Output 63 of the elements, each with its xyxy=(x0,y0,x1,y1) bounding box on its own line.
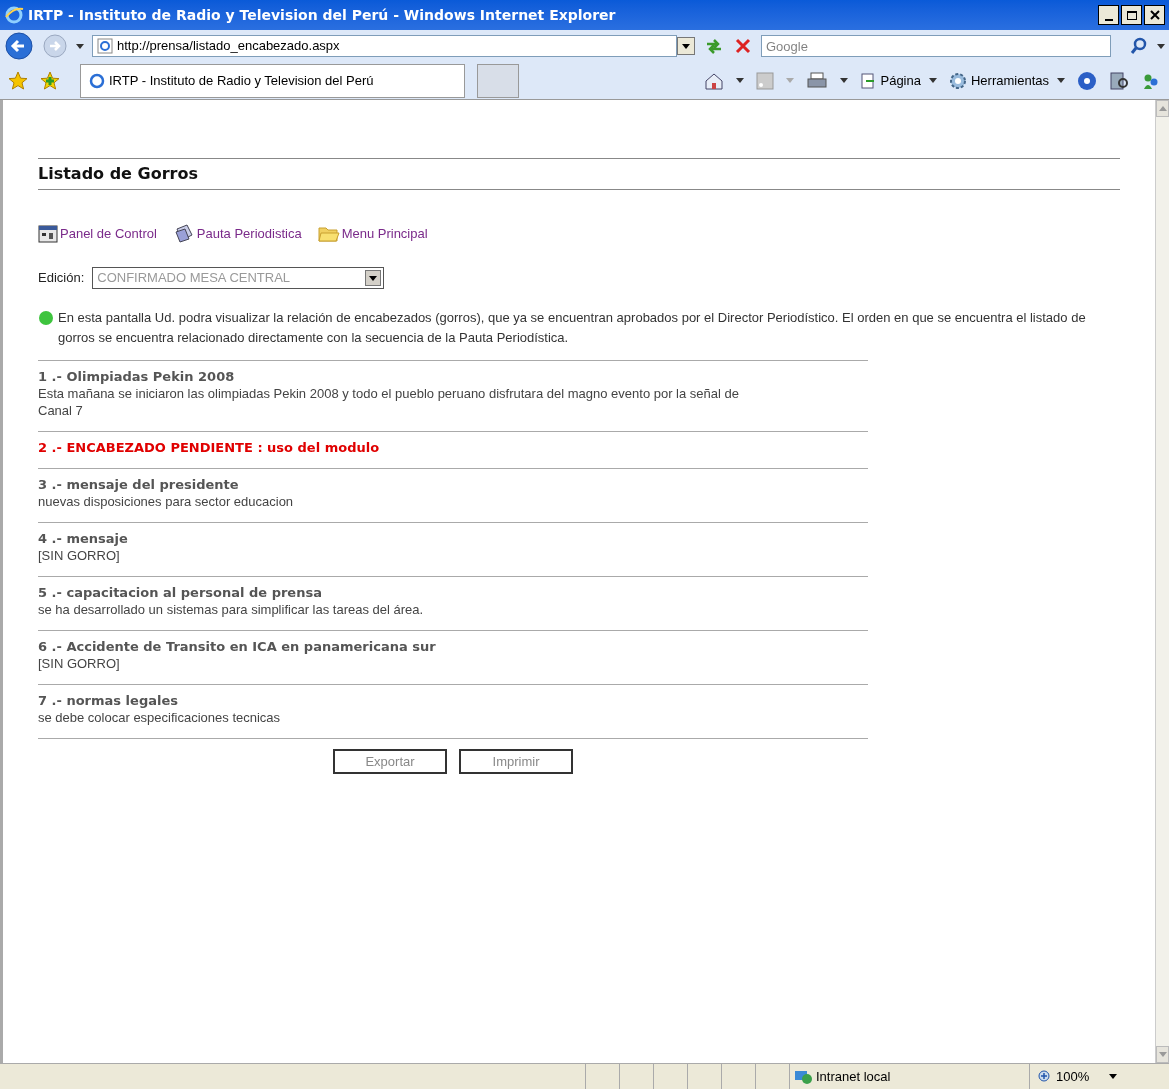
nav-link[interactable]: Pauta Periodistica xyxy=(172,223,302,245)
up-arrow-icon xyxy=(1158,106,1167,111)
maximize-button[interactable] xyxy=(1121,5,1142,25)
address-dropdown-button[interactable] xyxy=(677,37,695,55)
browser-logo-icon xyxy=(4,5,24,25)
item-description: [SIN GORRO] xyxy=(38,655,121,672)
folder-icon xyxy=(317,224,340,244)
page-icon xyxy=(89,72,105,89)
command-menu-button[interactable]: Página xyxy=(860,70,937,91)
close-button[interactable] xyxy=(1144,5,1165,25)
item-heading: 7 .- normas legales xyxy=(38,692,179,709)
item-description: se ha desarrollado un sistemas para simplificar las tareas del área. xyxy=(38,601,425,618)
info-text: En esta pantalla Ud. podra visualizar la relación de encabezados (gorros), que ya se encuentran aprobados por el Director Periodístico. El orden en que se encuentra el listado de gorros se encuentra relacionado directamente con la secuencia de la Pauta Periodística. xyxy=(58,309,1087,347)
nav-link[interactable]: Menu Principal xyxy=(317,224,428,244)
calculator-icon xyxy=(38,224,58,244)
network-icon xyxy=(794,1068,812,1085)
item-heading: 3 .- mensaje del presidente xyxy=(38,476,240,493)
zoom-button[interactable]: 100% xyxy=(1030,1066,1126,1087)
nav-link[interactable]: Panel de Control xyxy=(38,224,157,244)
zoom-icon xyxy=(1038,1069,1052,1084)
caret-icon xyxy=(1109,1074,1118,1079)
item-description: se debe colocar especificaciones tecnicas xyxy=(38,709,282,726)
dropdown-arrow-icon[interactable] xyxy=(736,78,745,83)
command-menu-button[interactable]: Herramientas xyxy=(948,70,1065,91)
dropdown-arrow-icon xyxy=(369,275,378,281)
page-menu-icon xyxy=(860,72,877,89)
action-button[interactable]: Exportar xyxy=(333,749,447,774)
edition-label: Edición: xyxy=(38,269,85,288)
dropdown-arrow-icon[interactable] xyxy=(1157,43,1165,49)
window-title: IRTP - Instituto de Radio y Television del Perú - Windows Internet Explorer xyxy=(28,5,617,25)
documents-icon xyxy=(172,223,195,245)
item-description: nuevas disposiciones para sector educacion xyxy=(38,493,295,510)
close-icon xyxy=(1149,10,1160,20)
item-heading: 5 .- capacitacion al personal de prensa xyxy=(38,584,323,601)
back-icon[interactable] xyxy=(4,31,34,61)
item-heading: 1 .- Olimpiadas Pekin 2008 xyxy=(38,368,236,385)
stop-icon[interactable] xyxy=(733,36,753,56)
item-heading: 2 .- ENCABEZADO PENDIENTE : uso del modulo xyxy=(38,439,381,456)
favorites-star-icon[interactable] xyxy=(8,70,28,91)
caret-icon xyxy=(1057,78,1065,83)
item-description: Esta mañana se iniciaron las olimpiadas Pekin 2008 y todo el pueblo peruano disfrutara del magno evento por la señal de Canal 7 xyxy=(38,385,740,419)
security-zone-text: Intranet local xyxy=(816,1067,891,1086)
dropdown-arrow-icon[interactable] xyxy=(840,78,849,83)
item-heading: 6 .- Accidente de Transito en ICA en panamericana sur xyxy=(38,638,437,655)
browser-tab[interactable]: IRTP - Instituto de Radio y Television del Perú xyxy=(80,63,465,98)
help-icon[interactable] xyxy=(1077,70,1097,91)
down-arrow-icon xyxy=(1158,1052,1167,1057)
caret-icon xyxy=(682,43,690,49)
status-dot-icon xyxy=(38,310,54,326)
page-icon xyxy=(97,38,113,54)
search-icon[interactable] xyxy=(1129,36,1149,56)
caret-icon xyxy=(928,78,937,83)
page-heading: Listado de Gorros xyxy=(38,163,199,185)
gear-icon xyxy=(948,71,967,90)
item-heading: 4 .- mensaje xyxy=(38,530,129,547)
item-description: [SIN GORRO] xyxy=(38,547,121,564)
minimize-button[interactable] xyxy=(1098,5,1119,25)
printer-icon[interactable] xyxy=(806,70,829,91)
action-button[interactable]: Imprimir xyxy=(459,749,573,774)
add-favorites-icon[interactable] xyxy=(40,70,60,91)
dropdown-arrow-icon[interactable] xyxy=(76,43,84,49)
address-field[interactable]: http://prensa/listado_encabezado.aspx xyxy=(92,35,677,57)
search-field[interactable]: Google xyxy=(761,35,1111,57)
